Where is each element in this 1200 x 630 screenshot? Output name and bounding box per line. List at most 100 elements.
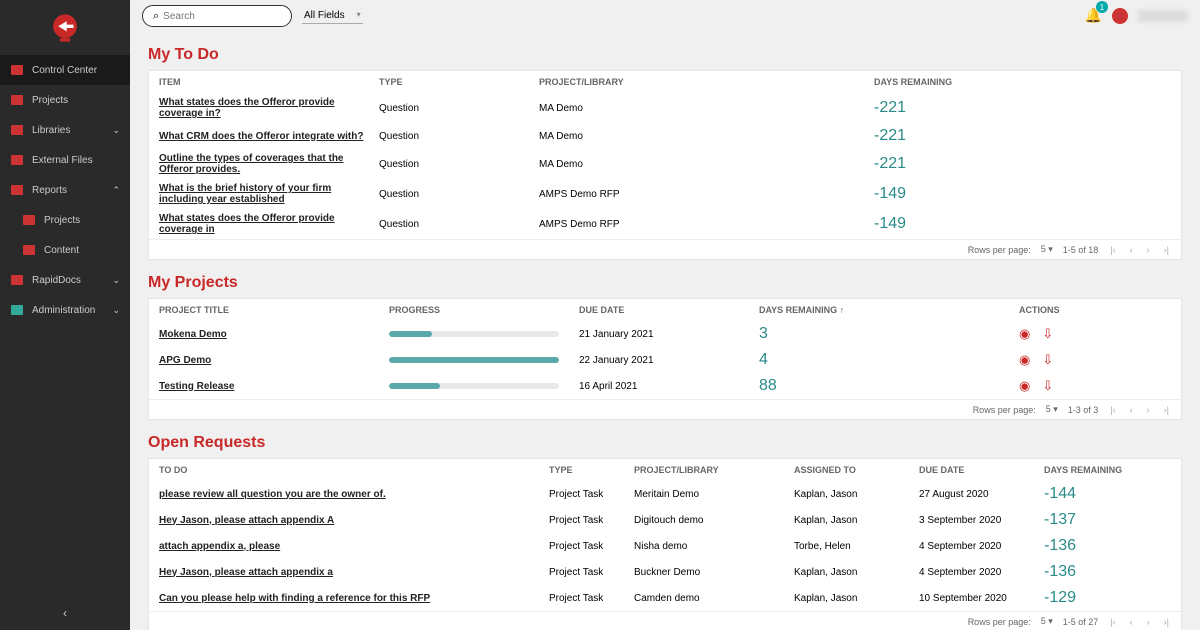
table-row: Outline the types of coverages that the … (149, 149, 1181, 179)
request-due: 4 September 2020 (919, 541, 1044, 552)
request-due: 4 September 2020 (919, 567, 1044, 578)
table-row: What states does the Offeror provide cov… (149, 209, 1181, 239)
sidebar-item-content[interactable]: Content (0, 235, 130, 265)
request-due: 10 September 2020 (919, 593, 1044, 604)
sidebar-item-control-center[interactable]: Control Center (0, 55, 130, 85)
sidebar-item-libraries[interactable]: Libraries⌄ (0, 115, 130, 145)
pager-prev[interactable]: ‹ (1128, 405, 1135, 415)
section-title-requests: Open Requests (148, 434, 1182, 452)
nav-icon (10, 183, 24, 197)
download-icon[interactable]: ⇩ (1042, 352, 1053, 367)
request-link[interactable]: Hey Jason, please attach appendix A (159, 515, 334, 526)
request-link[interactable]: Hey Jason, please attach appendix a (159, 567, 333, 578)
pager-next[interactable]: › (1145, 245, 1152, 255)
sidebar-item-projects[interactable]: Projects (0, 85, 130, 115)
view-icon[interactable]: ◉ (1019, 326, 1030, 341)
rpp-select[interactable]: 5 ▾ (1041, 616, 1053, 627)
pager-range: 1-5 of 18 (1063, 245, 1099, 255)
pager-range: 1-3 of 3 (1068, 405, 1099, 415)
search-fields-dropdown[interactable]: All Fields (302, 8, 363, 24)
notifications-button[interactable]: 🔔 1 (1085, 7, 1102, 25)
download-icon[interactable]: ⇩ (1042, 326, 1053, 341)
projects-header: PROJECT TITLE PROGRESS DUE DATE DAYS REM… (149, 299, 1181, 321)
search-input[interactable] (163, 11, 281, 22)
todo-type: Question (379, 159, 539, 170)
project-link[interactable]: Mokena Demo (159, 329, 227, 340)
pager-first[interactable]: |‹ (1108, 405, 1117, 415)
pager-next[interactable]: › (1145, 405, 1152, 415)
table-row: Mokena Demo21 January 20213◉⇩ (149, 321, 1181, 347)
request-type: Project Task (549, 541, 634, 552)
nav-label: Control Center (32, 65, 120, 76)
nav-icon (10, 273, 24, 287)
todo-type: Question (379, 189, 539, 200)
nav-label: Reports (32, 185, 112, 196)
sidebar-item-projects[interactable]: Projects (0, 205, 130, 235)
request-days: -137 (1044, 511, 1171, 529)
chevron-icon: ⌄ (112, 125, 120, 136)
main: ⌕ All Fields 🔔 1 My To Do ITEM TYPE PROJ… (130, 0, 1200, 630)
todo-header: ITEM TYPE PROJECT/LIBRARY DAYS REMAINING (149, 71, 1181, 93)
search-box[interactable]: ⌕ (142, 5, 292, 27)
table-row: What is the brief history of your firm i… (149, 179, 1181, 209)
todo-item-link[interactable]: Outline the types of coverages that the … (159, 153, 343, 175)
col-header: ASSIGNED TO (794, 465, 919, 475)
request-days: -129 (1044, 589, 1171, 607)
todo-item-link[interactable]: What states does the Offeror provide cov… (159, 213, 335, 235)
col-header: DAYS REMAINING (874, 77, 1171, 87)
project-days: 4 (759, 351, 1019, 369)
todo-project: MA Demo (539, 103, 874, 114)
pager-last[interactable]: ›| (1162, 617, 1171, 627)
sidebar-item-reports[interactable]: Reports⌃ (0, 175, 130, 205)
project-due: 21 January 2021 (579, 329, 759, 340)
project-due: 16 April 2021 (579, 381, 759, 392)
avatar[interactable] (1110, 6, 1130, 26)
pager-first[interactable]: |‹ (1108, 617, 1117, 627)
request-link[interactable]: attach appendix a, please (159, 541, 280, 552)
todo-type: Question (379, 219, 539, 230)
nav-icon (10, 63, 24, 77)
todo-type: Question (379, 103, 539, 114)
todo-item-link[interactable]: What is the brief history of your firm i… (159, 183, 331, 205)
pager-last[interactable]: ›| (1162, 245, 1171, 255)
nav-icon (22, 213, 36, 227)
notification-badge: 1 (1096, 1, 1108, 13)
todo-item-link[interactable]: What states does the Offeror provide cov… (159, 97, 335, 119)
pager-prev[interactable]: ‹ (1128, 617, 1135, 627)
sidebar-item-rapiddocs[interactable]: RapidDocs⌄ (0, 265, 130, 295)
sidebar-item-administration[interactable]: Administration⌄ (0, 295, 130, 325)
col-header: ACTIONS (1019, 305, 1171, 315)
request-link[interactable]: please review all question you are the o… (159, 489, 386, 500)
pager-first[interactable]: |‹ (1108, 245, 1117, 255)
nav-icon (22, 243, 36, 257)
col-header: ITEM (159, 77, 379, 87)
download-icon[interactable]: ⇩ (1042, 378, 1053, 393)
request-assigned: Kaplan, Jason (794, 515, 919, 526)
project-due: 22 January 2021 (579, 355, 759, 366)
col-header[interactable]: DAYS REMAINING ↑ (759, 305, 1019, 315)
col-header: PROGRESS (389, 305, 579, 315)
rpp-label: Rows per page: (968, 245, 1031, 255)
project-link[interactable]: Testing Release (159, 381, 234, 392)
col-header: DAYS REMAINING (1044, 465, 1171, 475)
pager-next[interactable]: › (1145, 617, 1152, 627)
rpp-select[interactable]: 5 ▾ (1041, 244, 1053, 255)
col-header: TO DO (159, 465, 549, 475)
request-link[interactable]: Can you please help with finding a refer… (159, 593, 430, 604)
request-due: 3 September 2020 (919, 515, 1044, 526)
sidebar-collapse-button[interactable]: ‹ (0, 596, 130, 630)
nav-icon (10, 123, 24, 137)
pager-prev[interactable]: ‹ (1128, 245, 1135, 255)
table-row: What CRM does the Offeror integrate with… (149, 123, 1181, 149)
todo-item-link[interactable]: What CRM does the Offeror integrate with… (159, 131, 363, 142)
view-icon[interactable]: ◉ (1019, 378, 1030, 393)
pager-last[interactable]: ›| (1162, 405, 1171, 415)
view-icon[interactable]: ◉ (1019, 352, 1030, 367)
request-due: 27 August 2020 (919, 489, 1044, 500)
request-type: Project Task (549, 593, 634, 604)
rpp-select[interactable]: 5 ▾ (1046, 404, 1058, 415)
project-link[interactable]: APG Demo (159, 355, 211, 366)
sidebar-item-external-files[interactable]: External Files (0, 145, 130, 175)
todo-project: AMPS Demo RFP (539, 189, 874, 200)
request-project: Camden demo (634, 593, 794, 604)
